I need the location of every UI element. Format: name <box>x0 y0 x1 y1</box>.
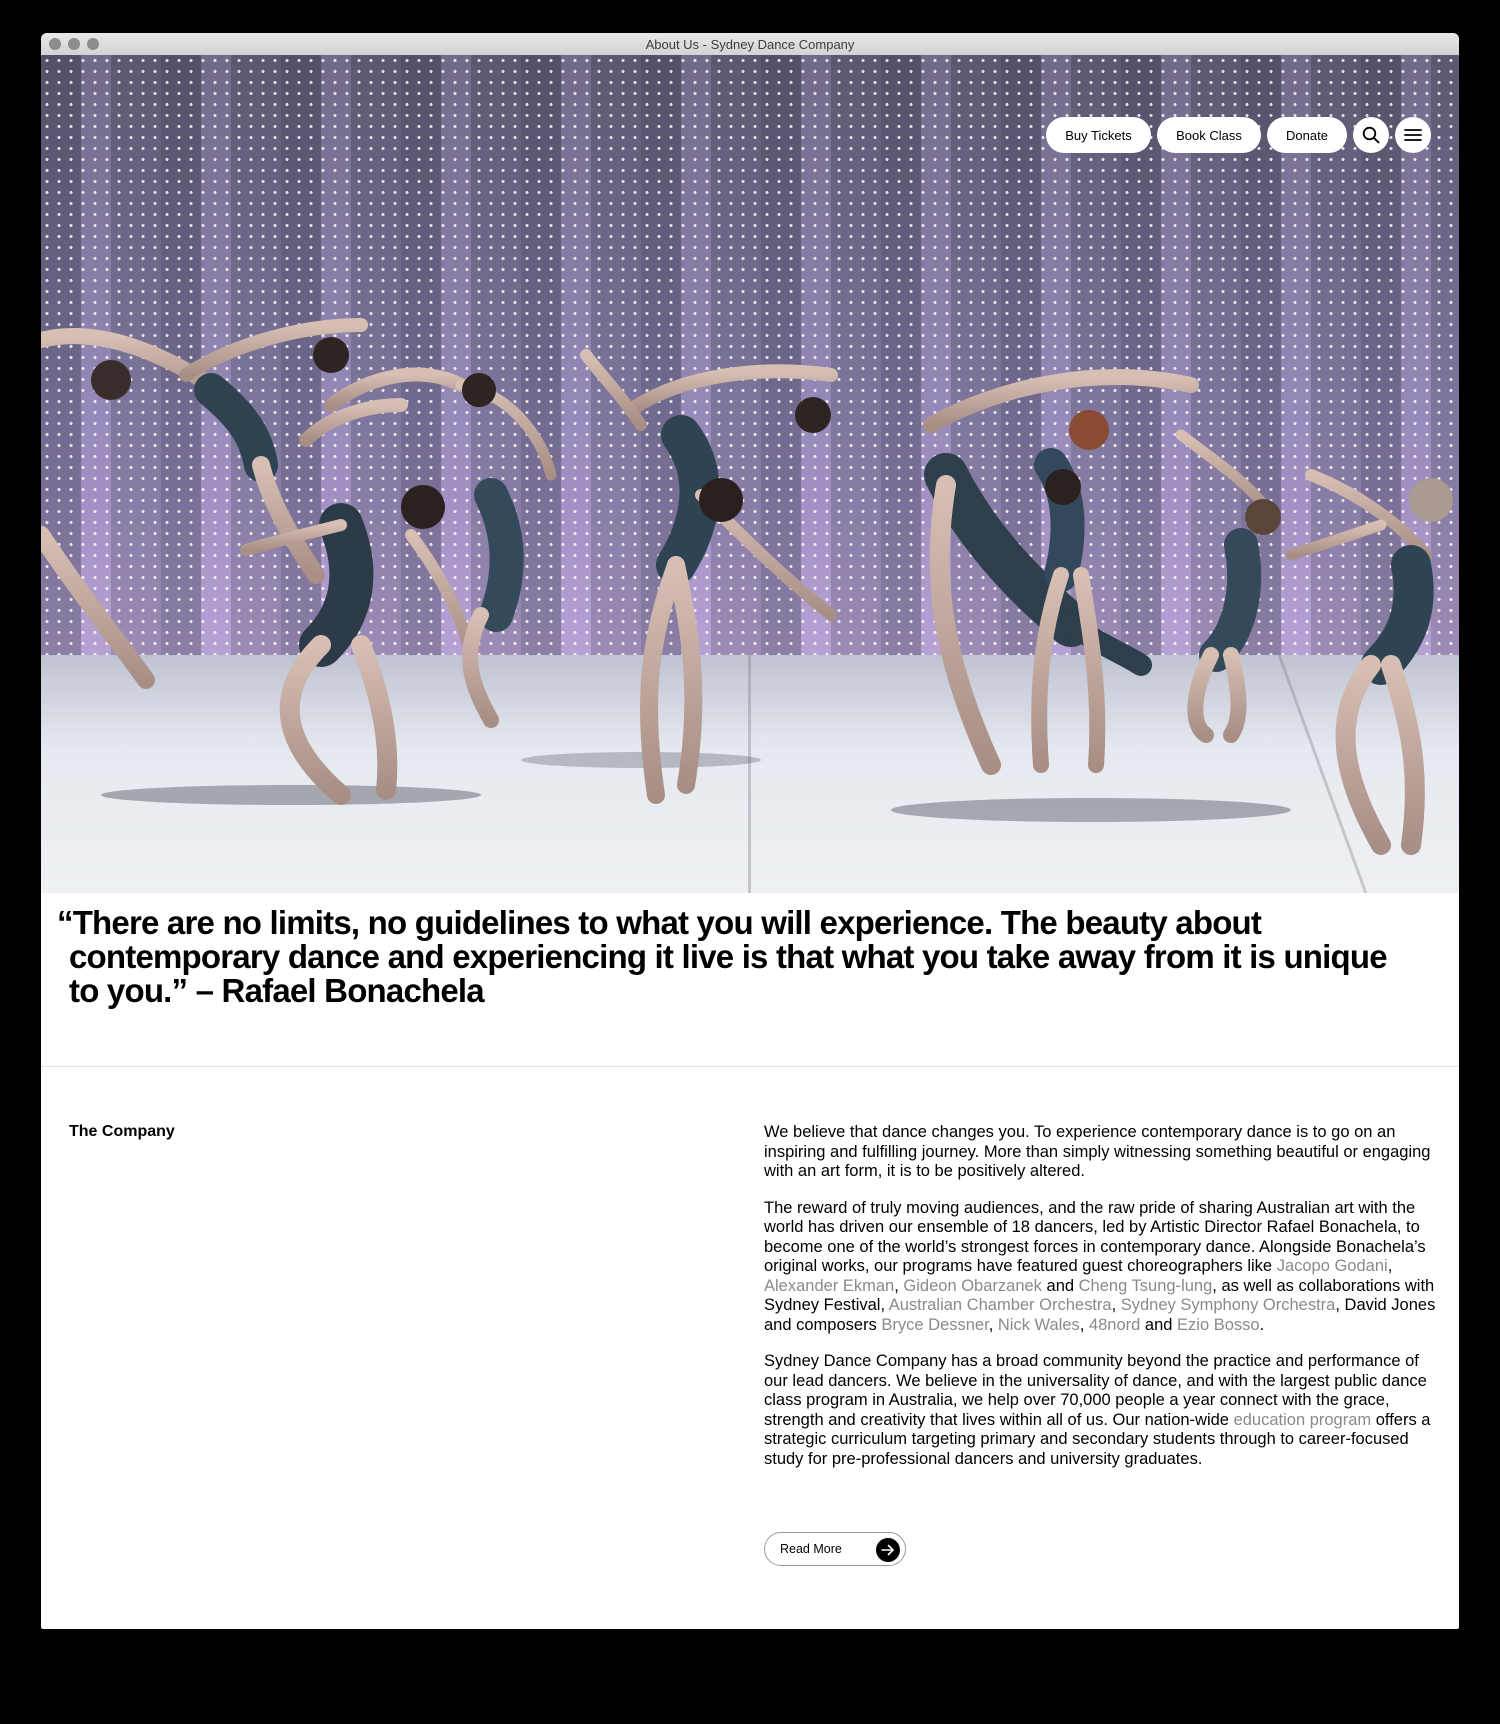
link-ezio-bosso[interactable]: Ezio Bosso <box>1177 1316 1260 1334</box>
link-gideon-obarzanek[interactable]: Gideon Obarzanek <box>903 1277 1042 1295</box>
quote-line: “There are no limits, no guidelines to w… <box>57 904 1262 941</box>
read-more-label: Read More <box>780 1542 842 1556</box>
link-australian-chamber-orchestra[interactable]: Australian Chamber Orchestra <box>889 1296 1112 1314</box>
menu-button[interactable] <box>1395 117 1431 153</box>
quote-line: to you.” – Rafael Bonachela <box>69 972 485 1009</box>
dancer-figure <box>580 349 838 804</box>
link-bryce-dessner[interactable]: Bryce Dessner <box>881 1316 988 1334</box>
section-divider <box>41 1066 1459 1067</box>
browser-window: About Us - Sydney Dance Company Buy Tick… <box>41 33 1459 1629</box>
link-nick-wales[interactable]: Nick Wales <box>998 1316 1080 1334</box>
paragraph: Sydney Dance Company has a broad communi… <box>764 1352 1431 1468</box>
link-sydney-symphony-orchestra[interactable]: Sydney Symphony Orchestra <box>1121 1296 1336 1314</box>
link-education-program[interactable]: education program <box>1234 1411 1372 1429</box>
search-button[interactable] <box>1353 117 1389 153</box>
link-48nord[interactable]: 48nord <box>1089 1316 1140 1334</box>
quote-line: contemporary dance and experiencing it l… <box>69 938 1388 975</box>
window-title: About Us - Sydney Dance Company <box>645 37 855 52</box>
dancer-figure <box>1175 429 1281 743</box>
read-more-button[interactable]: Read More <box>764 1532 906 1566</box>
link-jacopo-godani[interactable]: Jacopo Godani <box>1277 1257 1388 1275</box>
buy-tickets-button[interactable]: Buy Tickets <box>1046 117 1151 153</box>
header-nav: Buy Tickets Book Class Donate <box>1046 117 1431 153</box>
hero-image: Buy Tickets Book Class Donate <box>41 55 1459 893</box>
company-description: We believe that dance changes you. To ex… <box>764 1123 1436 1486</box>
dancers-illustration <box>41 318 1453 855</box>
paragraph: The reward of truly moving audiences, an… <box>764 1198 1436 1334</box>
paragraph: We believe that dance changes you. To ex… <box>764 1123 1431 1180</box>
pull-quote: “There are no limits, no guidelines to w… <box>57 906 1439 1009</box>
search-icon <box>1362 126 1380 144</box>
arrow-right-icon <box>876 1538 900 1562</box>
dancer-figure <box>1285 469 1453 855</box>
book-class-button[interactable]: Book Class <box>1157 117 1261 153</box>
link-alexander-ekman[interactable]: Alexander Ekman <box>764 1277 894 1295</box>
menu-icon <box>1404 129 1422 141</box>
title-bar: About Us - Sydney Dance Company <box>41 33 1459 56</box>
section-heading: The Company <box>69 1123 175 1140</box>
donate-button[interactable]: Donate <box>1267 117 1347 153</box>
link-cheng-tsung-lung[interactable]: Cheng Tsung-lung <box>1079 1277 1213 1295</box>
dancer-figure <box>240 398 477 805</box>
